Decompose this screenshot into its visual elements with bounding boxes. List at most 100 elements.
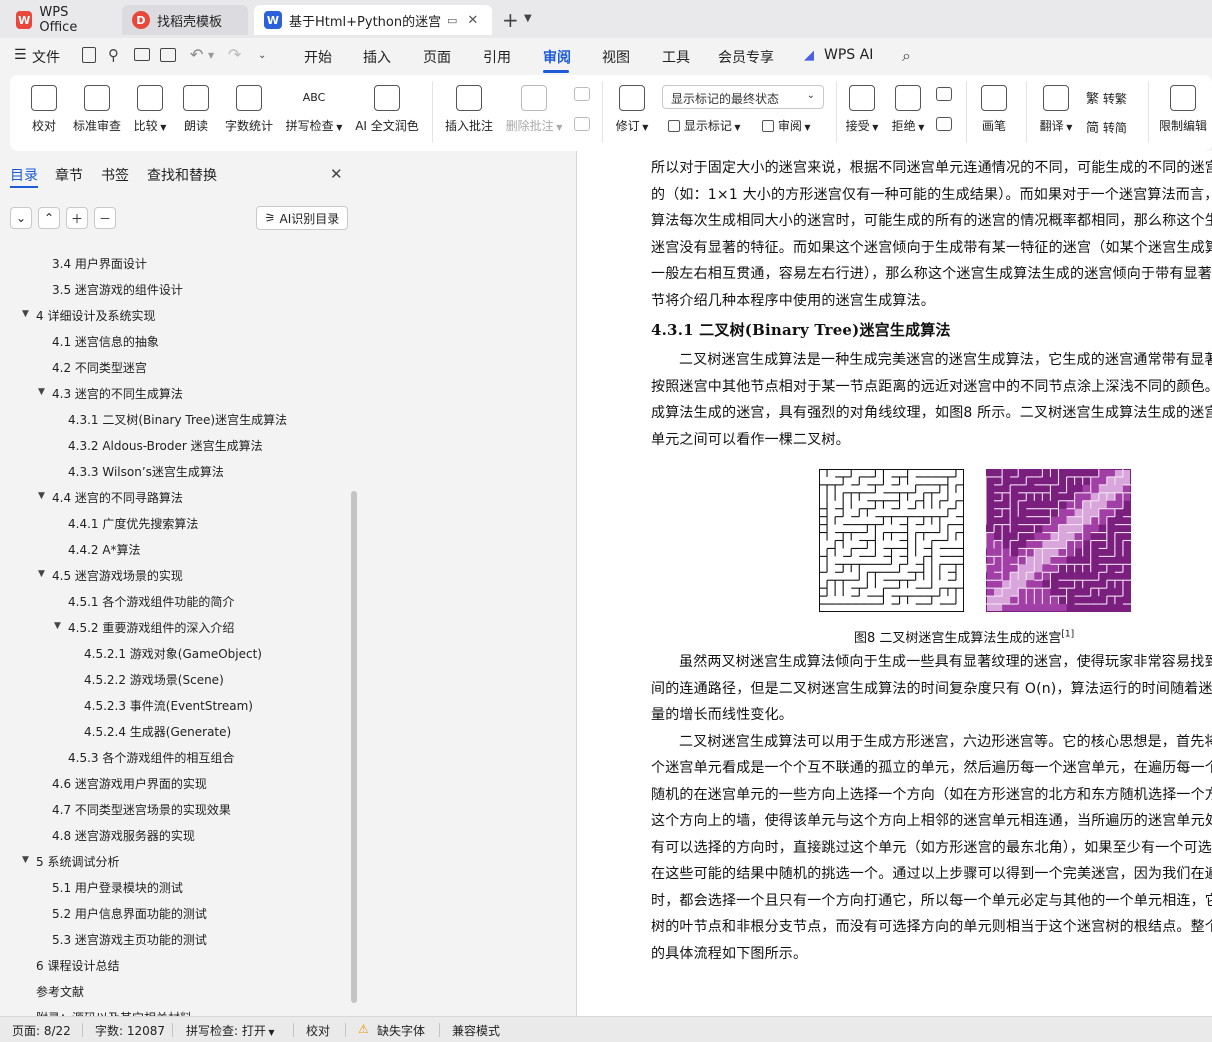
toc-item[interactable]: 4.7 不同类型迷宫场景的实现效果 [52,801,231,818]
read-aloud-button[interactable]: 朗读 [182,85,210,134]
toc-item[interactable]: 参考文献 [36,983,84,1000]
toc-item[interactable]: 4.5.3 各个游戏组件的相互组合 [68,749,234,766]
toc-item[interactable]: 4.1 迷宫信息的抽象 [52,333,159,350]
next-comment-icon[interactable] [574,117,590,131]
toc-item[interactable]: 4.2 不同类型迷宫 [52,359,147,376]
ai-recognize-toc-button[interactable]: ⚞ AI识别目录 [256,206,348,230]
toc-item[interactable]: 3.5 迷宫游戏的组件设计 [52,281,183,298]
nav-tab-bookmarks[interactable]: 书签 [101,165,129,185]
menu-page[interactable]: 页面 [423,47,451,67]
toc-item[interactable]: 4.5.1 各个游戏组件功能的简介 [68,593,234,610]
toc-item[interactable]: 4 详细设计及系统实现 [36,307,155,324]
share-icon[interactable]: ⚲ [108,46,119,64]
menu-reference[interactable]: 引用 [483,47,511,67]
standard-review-button[interactable]: 标准审查 [70,85,124,134]
word-count[interactable]: 字数: 12087 [95,1022,165,1039]
track-changes-button[interactable]: 修订 ▼ [614,85,650,134]
to-traditional-button[interactable]: 繁 转繁 [1086,88,1127,107]
spell-check-status[interactable]: 拼写检查: 打开 ▼ [186,1022,275,1039]
nav-tab-chapters[interactable]: 章节 [55,165,83,185]
expand-arrow-icon[interactable]: ▼ [38,569,45,579]
toc-item[interactable]: 4.6 迷宫游戏用户界面的实现 [52,775,207,792]
to-simplified-button[interactable]: 简 转简 [1086,117,1127,136]
prev-change-icon[interactable] [936,87,952,101]
nav-tab-find-replace[interactable]: 查找和替换 [147,165,217,185]
toc-item[interactable]: 4.5.2.2 游戏场景(Scene) [84,671,224,688]
compat-mode-status[interactable]: 兼容模式 [452,1022,500,1039]
toc-item[interactable]: 5.3 迷宫游戏主页功能的测试 [52,931,207,948]
toc-item[interactable]: 4.4 迷宫的不同寻路算法 [52,489,183,506]
proofread-button[interactable]: 校对 [30,85,58,134]
expand-arrow-icon[interactable]: ▼ [54,621,61,631]
prev-comment-icon[interactable] [574,87,590,101]
tab-list-chevron-icon[interactable]: ▼ [524,13,532,24]
word-count-button[interactable]: 字数统计 [222,85,276,134]
window-restore-icon[interactable]: ▭ [447,14,457,27]
toc-item[interactable]: 4.5.2 重要游戏组件的深入介绍 [68,619,234,636]
menu-wps-ai[interactable]: WPS AI [824,47,873,63]
next-change-icon[interactable] [936,117,952,131]
proof-status[interactable]: 校对 [306,1022,330,1039]
citation-ref[interactable]: [1] [1061,630,1074,640]
accept-button[interactable]: 接受 ▼ [844,85,880,134]
review-pane-button[interactable]: 审阅 ▼ [762,117,811,134]
print-preview-icon[interactable] [160,48,176,62]
restrict-edit-button[interactable]: 限制编辑 [1156,85,1210,134]
remove-heading-button[interactable]: － [94,207,116,229]
menu-file[interactable]: 文件 [32,47,60,67]
redo-icon[interactable]: ↷ [228,45,241,64]
ai-polish-button[interactable]: AI 全文润色 [352,85,422,134]
toc-item[interactable]: 5 系统调试分析 [36,853,119,870]
toc-item[interactable]: 4.3.2 Aldous-Broder 迷宫生成算法 [68,437,263,454]
toc-item[interactable]: 4.3.1 二叉树(Binary Tree)迷宫生成算法 [68,411,287,428]
menu-insert[interactable]: 插入 [363,47,391,67]
expand-arrow-icon[interactable]: ▼ [22,855,29,865]
toc-item[interactable]: 4.5.2.1 游戏对象(GameObject) [84,645,262,662]
tab-document[interactable]: W 基于Html+Python的迷宫游戏 ▭ ✕ [254,5,492,35]
toc-item[interactable]: 4.3 迷宫的不同生成算法 [52,385,183,402]
toc-item[interactable]: 4.3.3 Wilson’s迷宫生成算法 [68,463,224,480]
toc-item[interactable]: 4.8 迷宫游戏服务器的实现 [52,827,195,844]
menu-review[interactable]: 审阅 [543,47,571,67]
tab-wps-office[interactable]: W WPS Office [6,5,114,35]
menu-member[interactable]: 会员专享 [718,47,774,67]
expand-level-button[interactable]: ⌃ [38,207,60,229]
hamburger-icon[interactable]: ☰ [14,47,27,63]
ink-button[interactable]: 画笔 [980,85,1008,134]
compare-button[interactable]: 比较 ▼ [132,85,168,134]
document-page[interactable]: 所以对于固定大小的迷宫来说，根据不同迷宫单元连通情况的不同，可能生成的不同的迷宫… [577,151,1212,1016]
toc-item[interactable]: 3.4 用户界面设计 [52,255,147,272]
toc-scrollbar[interactable] [351,491,357,1003]
toc-item[interactable]: 4.4.1 广度优先搜索算法 [68,515,198,532]
expand-arrow-icon[interactable]: ▼ [38,387,45,397]
page-indicator[interactable]: 页面: 8/22 [12,1022,71,1039]
undo-icon[interactable]: ↶ [190,45,203,64]
toc-item[interactable]: 4.5.2.3 事件流(EventStream) [84,697,253,714]
toc-item[interactable]: 4.5 迷宫游戏场景的实现 [52,567,183,584]
toc-item[interactable]: 5.2 用户信息界面功能的测试 [52,905,207,922]
delete-comment-button[interactable]: 删除批注 ▼ [504,85,564,134]
toc-item[interactable]: 6 课程设计总结 [36,957,119,974]
missing-font-status[interactable]: 缺失字体 [377,1022,425,1039]
show-markup-button[interactable]: 显示标记 ▼ [668,117,741,134]
search-icon[interactable]: ⌕ [902,46,911,66]
close-pane-icon[interactable]: ✕ [330,165,343,183]
save-icon[interactable] [82,47,96,63]
undo-dropdown-icon[interactable]: ▼ [208,51,214,60]
nav-tab-toc[interactable]: 目录 [10,165,38,185]
add-heading-button[interactable]: ＋ [66,207,88,229]
spell-check-button[interactable]: ABC 拼写检查 ▼ [282,85,346,134]
new-tab-icon[interactable]: + [502,8,519,32]
quick-access-chevron-icon[interactable]: ⌄ [258,50,266,61]
translate-button[interactable]: 翻译 ▼ [1036,85,1076,134]
close-tab-icon[interactable]: ✕ [467,13,478,28]
toc-item[interactable]: 5.1 用户登录模块的测试 [52,879,183,896]
menu-view[interactable]: 视图 [602,47,630,67]
menu-start[interactable]: 开始 [304,47,332,67]
collapse-level-button[interactable]: ⌄ [10,207,32,229]
expand-arrow-icon[interactable]: ▼ [22,309,29,319]
reject-button[interactable]: 拒绝 ▼ [890,85,926,134]
menu-tools[interactable]: 工具 [662,47,690,67]
print-icon[interactable] [134,48,150,61]
expand-arrow-icon[interactable]: ▼ [38,491,45,501]
